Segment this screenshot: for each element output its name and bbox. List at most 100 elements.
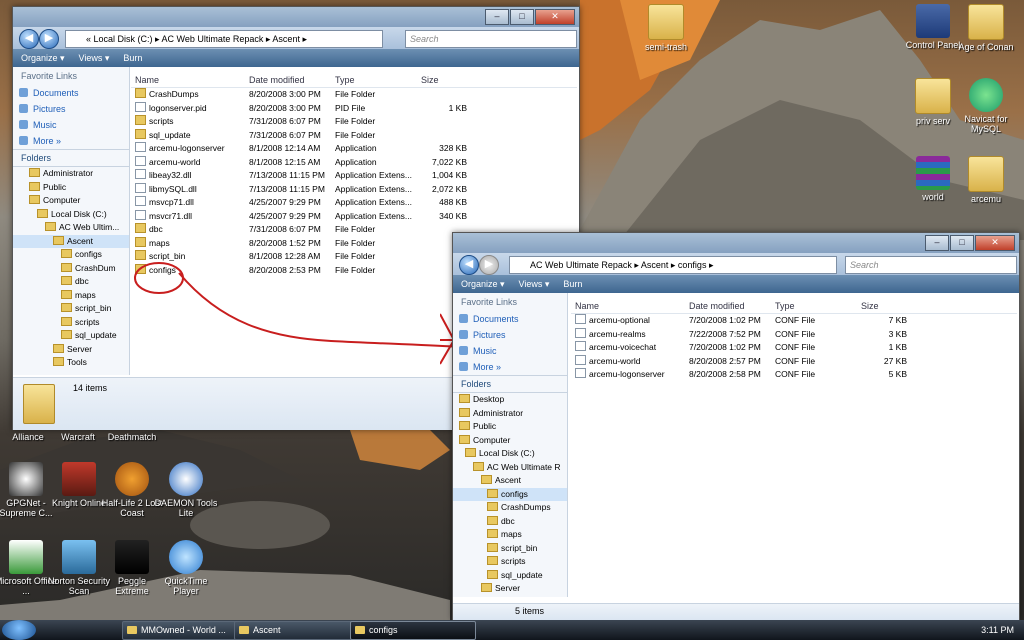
tree-item[interactable]: maps xyxy=(13,289,129,303)
file-row[interactable]: arcemu-realms 7/22/2008 7:52 PM CONF File 3… xyxy=(571,328,1017,342)
tree-item[interactable]: Administrator xyxy=(13,167,129,181)
cell-name: arcemu-world xyxy=(575,355,641,369)
control-panel-icon xyxy=(916,4,950,38)
item-count: 14 items xyxy=(73,383,108,393)
tree-item[interactable]: Local Disk (C:) xyxy=(13,208,129,222)
search-input[interactable]: Search xyxy=(845,256,1017,274)
cell-name: arcemu-voicechat xyxy=(575,341,656,355)
views-button[interactable]: Views ▾ xyxy=(519,275,550,293)
cell-size: 1 KB xyxy=(888,342,907,352)
tree-item[interactable]: Computer xyxy=(453,434,567,448)
fav-music[interactable]: Music xyxy=(13,117,129,133)
file-row[interactable]: arcemu-optional 7/20/2008 1:02 PM CONF Fil… xyxy=(571,314,1017,328)
folder-icon xyxy=(968,156,1004,192)
tree-item[interactable]: CrashDumps xyxy=(453,501,567,515)
tree-item[interactable]: Desktop xyxy=(453,393,567,407)
desktop-icon-deathmatch[interactable]: Deathmatch xyxy=(100,432,164,442)
file-row[interactable]: arcemu-voicechat 7/20/2008 1:02 PM CONF Fi… xyxy=(571,341,1017,355)
fav-pictures[interactable]: Pictures xyxy=(13,101,129,117)
taskbar-item-ascent[interactable]: Ascent xyxy=(234,621,362,640)
fav-more[interactable]: More » xyxy=(13,133,129,149)
minimize-button[interactable]: ‒ xyxy=(485,9,509,25)
cell-size: 27 KB xyxy=(883,355,907,366)
explorer-window-configs[interactable]: ‒ □ ✕ ◀ ▶ AC Web Ultimate Repack ▸ Ascen… xyxy=(452,232,1020,620)
file-list[interactable]: Name Date modified Type Size arcemu-opti… xyxy=(571,299,1017,599)
tree-item[interactable]: Public xyxy=(453,420,567,434)
taskbar-item-mmowned[interactable]: MMOwned - World ... xyxy=(122,621,246,640)
file-row[interactable]: arcemu-logonserver 8/20/2008 2:58 PM CONF … xyxy=(571,368,1017,382)
column-name[interactable]: Name xyxy=(575,299,599,313)
burn-button[interactable]: Burn xyxy=(563,275,582,293)
fav-documents[interactable]: Documents xyxy=(453,311,567,327)
desktop-icon-arcemu[interactable]: arcemu xyxy=(954,156,1018,204)
forward-button[interactable]: ▶ xyxy=(479,255,499,275)
tree-item[interactable]: scripts xyxy=(13,316,129,330)
tree-item[interactable]: Ascent xyxy=(453,474,567,488)
tree-item[interactable]: script_bin xyxy=(13,302,129,316)
maximize-button[interactable]: □ xyxy=(510,9,534,25)
folders-header[interactable]: Folders xyxy=(453,375,567,393)
desktop-icon-daemon-tools[interactable]: DAEMON Tools Lite xyxy=(154,462,218,518)
cell-name: arcemu-realms xyxy=(575,328,646,342)
window-titlebar[interactable]: ‒ □ ✕ xyxy=(13,7,579,27)
forward-button[interactable]: ▶ xyxy=(39,29,59,49)
desktop-icon-quicktime[interactable]: QuickTime Player xyxy=(154,540,218,596)
maximize-button[interactable]: □ xyxy=(950,235,974,251)
tree-item[interactable]: Administrator xyxy=(453,407,567,421)
cell-date: 8/20/2008 2:58 PM xyxy=(689,369,761,379)
tree-item-selected[interactable]: Ascent xyxy=(13,234,129,248)
cell-size: 3 KB xyxy=(888,328,907,339)
column-type[interactable]: Type xyxy=(775,299,795,313)
tree-item[interactable]: Local Disk (C:) xyxy=(453,447,567,461)
views-button[interactable]: Views ▾ xyxy=(79,49,110,67)
taskbar-item-configs[interactable]: configs xyxy=(350,621,476,640)
tree-item[interactable]: dbc xyxy=(453,515,567,529)
tree-item[interactable]: Server xyxy=(453,582,567,596)
column-size[interactable]: Size xyxy=(861,299,879,313)
tree-item[interactable]: sql_update xyxy=(13,329,129,343)
fav-documents[interactable]: Documents xyxy=(13,85,129,101)
tree-item[interactable]: maps xyxy=(453,528,567,542)
tree-item[interactable]: Server xyxy=(13,343,129,357)
file-row[interactable]: arcemu-world 8/20/2008 2:57 PM CONF File 27… xyxy=(571,355,1017,369)
command-toolbar: Organize ▾ Views ▾ Burn xyxy=(453,275,1019,293)
folders-header[interactable]: Folders xyxy=(13,149,129,167)
tree-item[interactable]: Public xyxy=(13,181,129,195)
desktop-icon-navicat[interactable]: Navicat for MySQL xyxy=(954,78,1018,134)
tree-item-selected[interactable]: configs xyxy=(453,487,567,501)
back-button[interactable]: ◀ xyxy=(19,29,39,49)
tree-item[interactable]: dbc xyxy=(13,275,129,289)
close-button[interactable]: ✕ xyxy=(535,9,575,25)
address-bar[interactable]: AC Web Ultimate Repack ▸ Ascent ▸ config… xyxy=(509,256,837,274)
minimize-button[interactable]: ‒ xyxy=(925,235,949,251)
fav-pictures[interactable]: Pictures xyxy=(453,327,567,343)
close-button[interactable]: ✕ xyxy=(975,235,1015,251)
fav-music[interactable]: Music xyxy=(453,343,567,359)
back-button[interactable]: ◀ xyxy=(459,255,479,275)
window-titlebar[interactable]: ‒ □ ✕ xyxy=(453,233,1019,253)
desktop-icon-age-of-conan[interactable]: Age of Conan xyxy=(954,4,1018,52)
tree-item[interactable]: scripts xyxy=(453,555,567,569)
address-bar[interactable]: « Local Disk (C:) ▸ AC Web Ultimate Repa… xyxy=(65,30,383,48)
organize-button[interactable]: Organize ▾ xyxy=(21,49,65,67)
tree-item[interactable]: Computer xyxy=(13,194,129,208)
office-icon xyxy=(9,540,43,574)
fav-more[interactable]: More » xyxy=(453,359,567,375)
tree-item[interactable]: script_bin xyxy=(453,542,567,556)
organize-button[interactable]: Organize ▾ xyxy=(461,275,505,293)
tree-item[interactable]: AC Web Ultim... xyxy=(13,221,129,235)
start-button[interactable] xyxy=(2,620,36,640)
search-input[interactable]: Search xyxy=(405,30,577,48)
tree-item[interactable]: sql_update xyxy=(453,569,567,583)
cell-size: 5 KB xyxy=(888,369,907,379)
command-toolbar: Organize ▾ Views ▾ Burn xyxy=(13,49,579,67)
column-date[interactable]: Date modified xyxy=(689,299,745,313)
tree-item[interactable]: configs xyxy=(13,248,129,262)
tree-item[interactable]: CrashDum xyxy=(13,262,129,276)
cell-size: 7 KB xyxy=(888,315,907,325)
burn-button[interactable]: Burn xyxy=(123,49,142,67)
desktop-icon-semi-trash[interactable]: semi-trash xyxy=(634,4,698,52)
tree-item[interactable]: AC Web Ultimate R xyxy=(453,461,567,475)
tree-item[interactable]: Tools xyxy=(13,356,129,370)
navicat-icon xyxy=(969,78,1003,112)
